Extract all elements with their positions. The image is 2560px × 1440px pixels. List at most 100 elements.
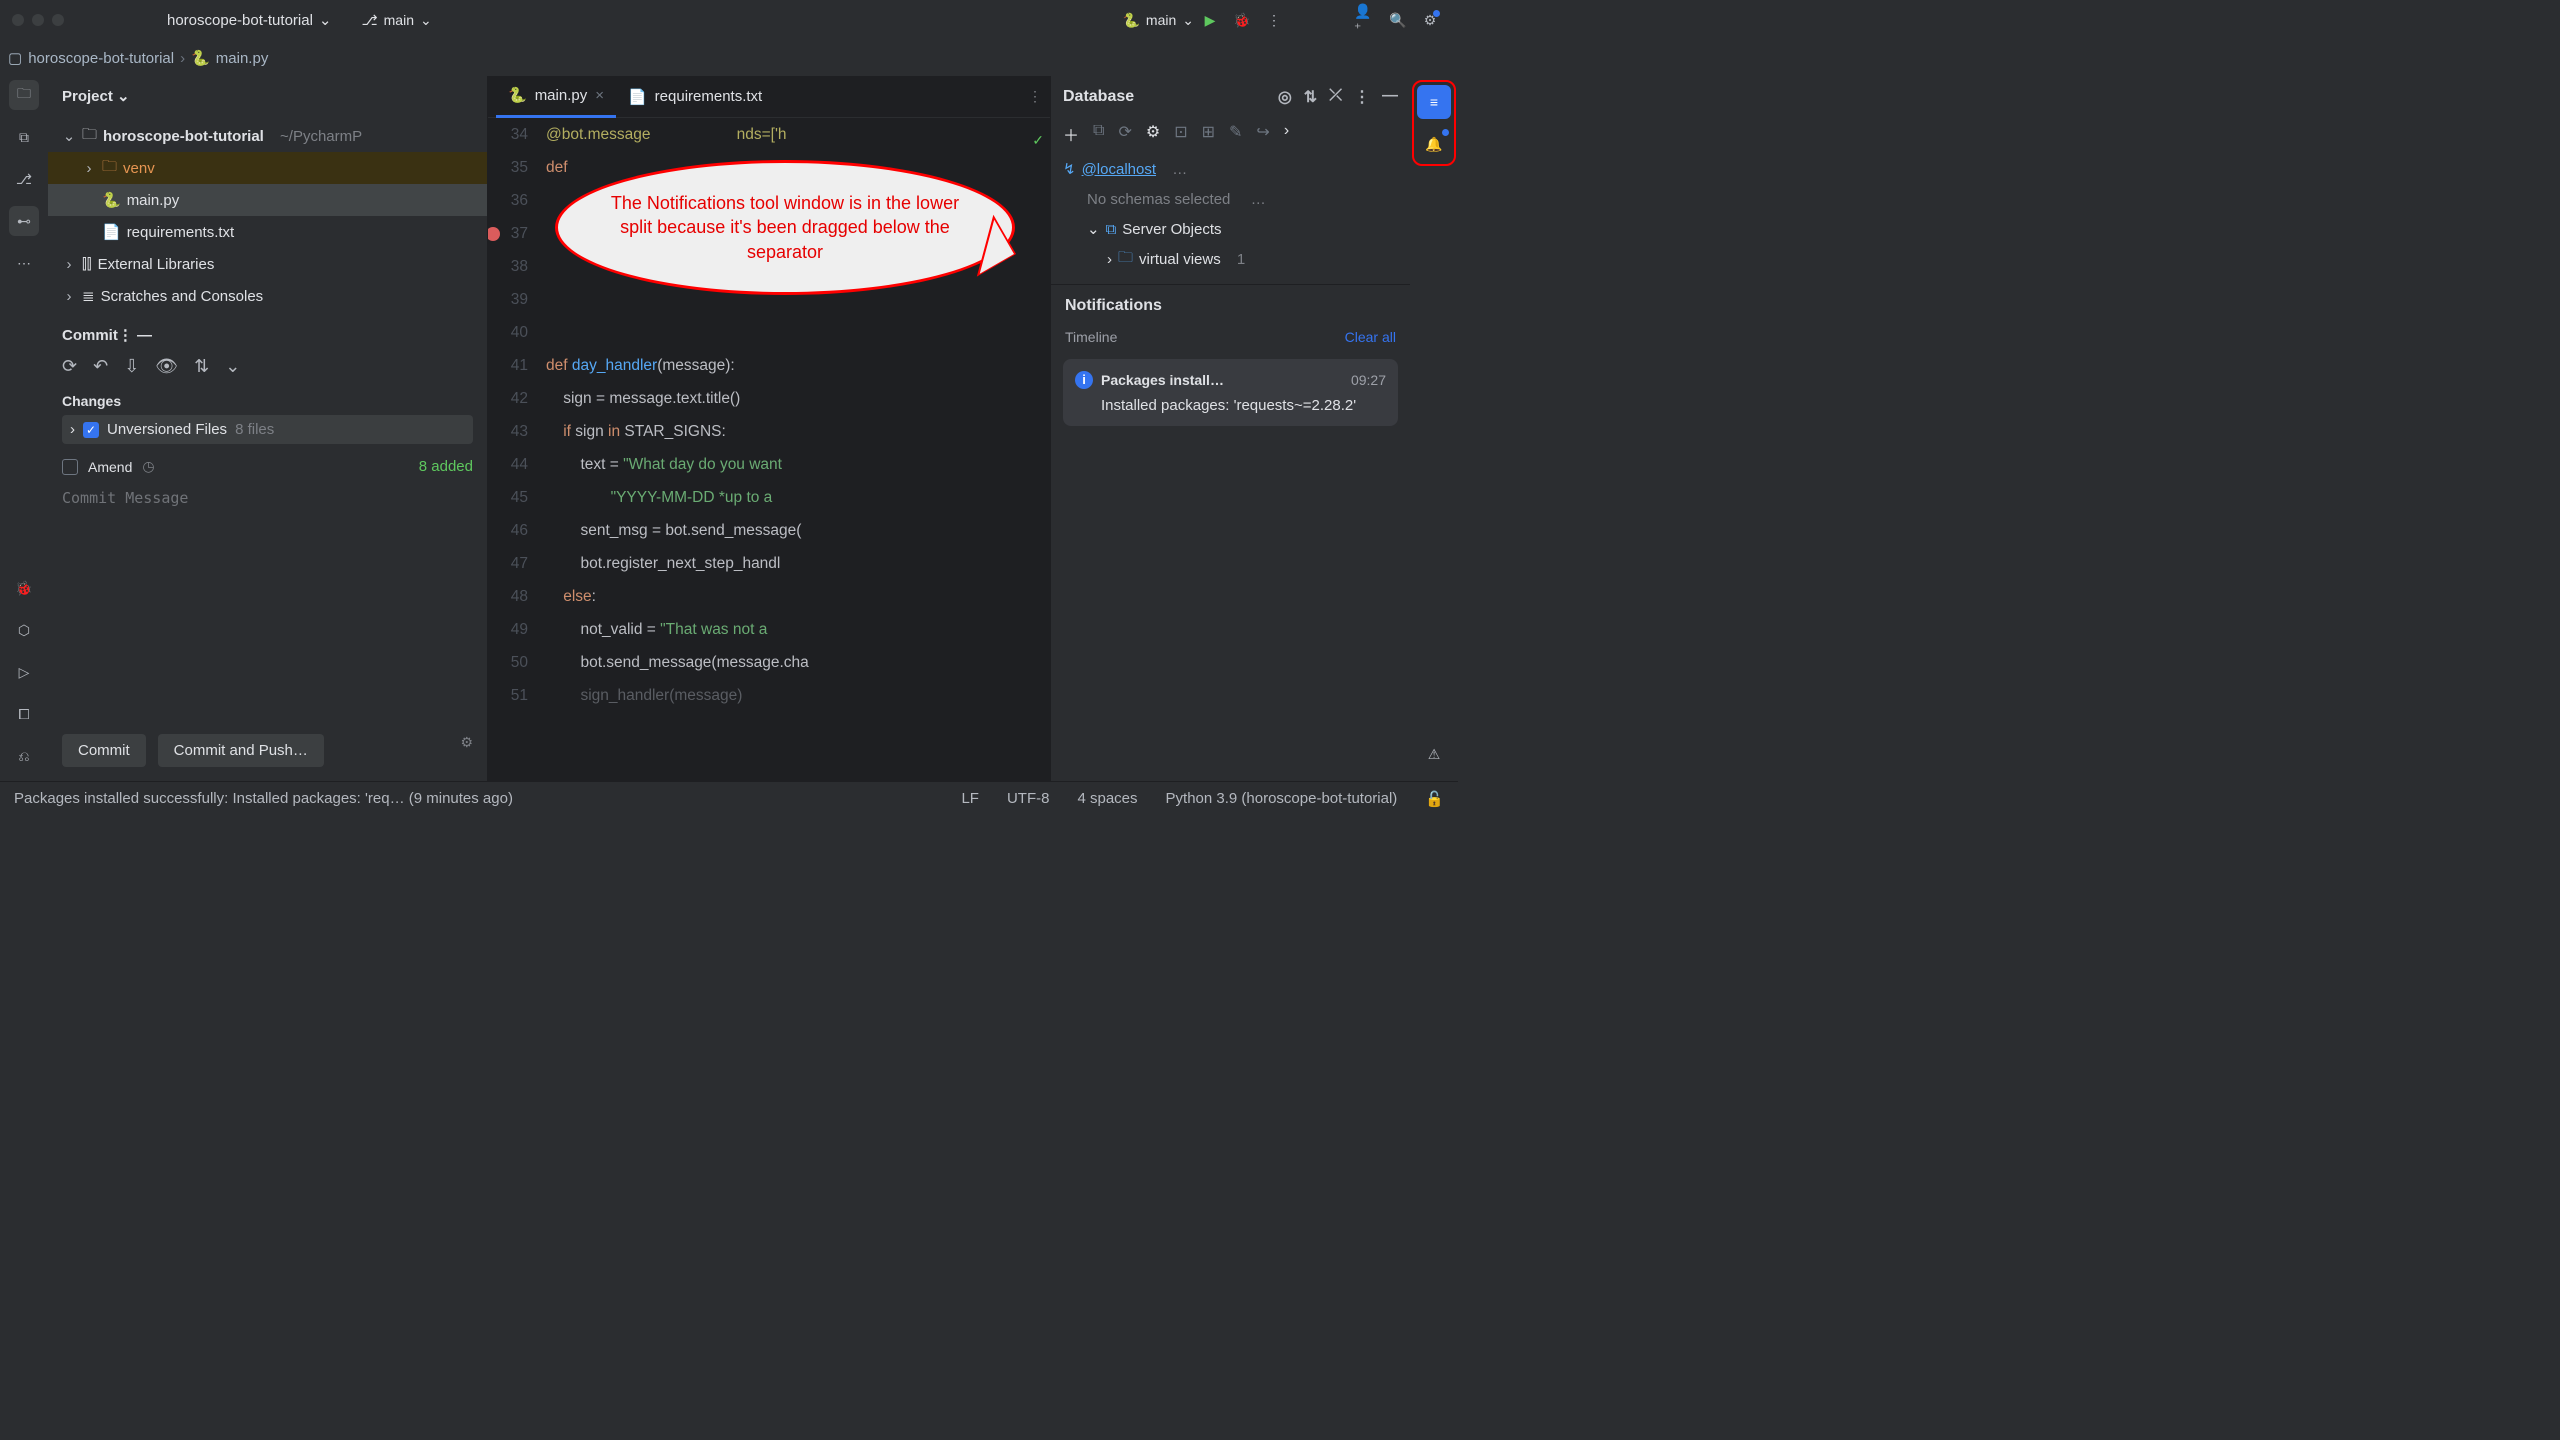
tree-item-extlib[interactable]: › ⫿⫿ External Libraries (48, 248, 487, 280)
db-source-row[interactable]: ↯ @localhost … (1063, 154, 1398, 184)
line-number[interactable]: 50 (488, 646, 528, 679)
line-number[interactable]: 35 (488, 151, 528, 184)
checkbox-checked[interactable]: ✓ (83, 422, 99, 438)
line-number[interactable]: 38 (488, 250, 528, 283)
show-diff-icon[interactable]: 👁 (155, 356, 178, 377)
line-number[interactable]: 40 (488, 316, 528, 349)
more-icon[interactable]: ⋮ (1354, 87, 1370, 107)
db-ellipsis[interactable]: … (1172, 161, 1187, 178)
traffic-light-close[interactable] (12, 14, 24, 26)
group-icon[interactable]: ⌄ (225, 356, 240, 377)
stop-icon[interactable]: ⊡ (1174, 122, 1187, 146)
line-number[interactable]: 41 (488, 349, 528, 382)
minimize-icon[interactable]: — (137, 327, 152, 344)
tree-item-venv[interactable]: › 🗀 venv (48, 152, 487, 184)
clear-all-button[interactable]: Clear all (1345, 329, 1396, 345)
close-tab-icon[interactable]: × (595, 87, 604, 104)
line-number[interactable]: 43 (488, 415, 528, 448)
status-interpreter[interactable]: Python 3.9 (horoscope-bot-tutorial) (1166, 790, 1398, 807)
terminal-tool-button[interactable]: ⧠ (9, 699, 39, 729)
db-virtual-views[interactable]: › 🗀 virtual views 1 (1063, 244, 1398, 274)
status-line-ending[interactable]: LF (961, 790, 979, 807)
commit-button[interactable]: Commit (62, 734, 146, 767)
db-host[interactable]: @localhost (1082, 161, 1156, 178)
breadcrumb-root[interactable]: horoscope-bot-tutorial (28, 50, 174, 67)
tree-item-requirements[interactable]: 📄 requirements.txt (48, 216, 487, 248)
vcs-tool-button[interactable]: ⎇ (9, 164, 39, 194)
line-number[interactable]: 46 (488, 514, 528, 547)
tab-requirements[interactable]: 📄 requirements.txt (616, 76, 774, 118)
tab-more-icon[interactable]: ⋮ (1028, 88, 1042, 105)
refresh-icon[interactable]: ⟳ (62, 356, 77, 377)
status-message[interactable]: Packages installed successfully: Install… (14, 790, 513, 807)
breadcrumb-file[interactable]: main.py (216, 50, 269, 67)
chevron-down-icon[interactable]: ⌄ (117, 87, 130, 105)
inspections-ok-icon[interactable]: ✓ (1032, 124, 1044, 157)
problems-tool-button[interactable]: ⚠ (1417, 737, 1451, 771)
more-icon[interactable]: ⋮ (118, 327, 133, 344)
duplicate-icon[interactable]: ⧉ (1093, 122, 1104, 146)
run-tool-button[interactable]: ▷ (9, 657, 39, 687)
tab-main[interactable]: 🐍 main.py × (496, 76, 616, 118)
line-number[interactable]: 45 (488, 481, 528, 514)
code-with-me-icon[interactable]: 👤⁺ (1354, 8, 1378, 32)
traffic-light-max[interactable] (52, 14, 64, 26)
status-encoding[interactable]: UTF-8 (1007, 790, 1050, 807)
more-tool-button[interactable]: ⋯ (9, 248, 39, 278)
lock-icon[interactable]: 🔓 (1425, 790, 1444, 808)
notification-card[interactable]: i Packages install… 09:27 Installed pack… (1063, 359, 1398, 426)
line-number[interactable]: 39 (488, 283, 528, 316)
amend-checkbox[interactable] (62, 459, 78, 475)
changes-row-unversioned[interactable]: › ✓ Unversioned Files 8 files (62, 415, 473, 444)
commit-settings-icon[interactable]: ⚙ (460, 734, 473, 767)
git-tool-button[interactable]: ⎌ (9, 741, 39, 771)
debug-tool-button[interactable]: 🐞 (9, 573, 39, 603)
line-number[interactable]: 48 (488, 580, 528, 613)
db-ellipsis[interactable]: … (1251, 191, 1266, 208)
branch-dropdown[interactable]: ⎇ main ⌄ (362, 12, 432, 29)
db-no-schemas[interactable]: No schemas selected … (1063, 184, 1398, 214)
jump-icon[interactable]: ↪ (1256, 122, 1269, 146)
project-dropdown[interactable]: horoscope-bot-tutorial ⌄ (167, 11, 332, 29)
database-tool-button[interactable]: ≡ (1417, 85, 1451, 119)
line-number[interactable]: 49 (488, 613, 528, 646)
table-icon[interactable]: ⊞ (1202, 122, 1215, 146)
line-number[interactable]: 42 (488, 382, 528, 415)
history-icon[interactable]: ◷ (142, 458, 154, 475)
chevron-right-icon[interactable]: › (1284, 122, 1289, 146)
search-icon[interactable]: 🔍 (1386, 8, 1410, 32)
shelve-icon[interactable]: ⇩ (124, 356, 139, 377)
refresh-icon[interactable]: ⟳ (1118, 122, 1131, 146)
services-tool-button[interactable]: ⬡ (9, 615, 39, 645)
tree-item-main[interactable]: 🐍 main.py (48, 184, 487, 216)
add-datasource-icon[interactable]: ＋ (1063, 122, 1079, 146)
edit-icon[interactable]: ✎ (1229, 122, 1242, 146)
debug-button[interactable]: 🐞 (1230, 8, 1254, 32)
line-number[interactable]: 47 (488, 547, 528, 580)
commit-tool-button[interactable]: ⊷ (9, 206, 39, 236)
commit-push-button[interactable]: Commit and Push… (158, 734, 324, 767)
notifications-tool-button[interactable]: 🔔 (1417, 127, 1451, 161)
settings-icon[interactable]: ⚙ (1418, 8, 1442, 32)
line-number[interactable]: 36 (488, 184, 528, 217)
target-icon[interactable]: ◎ (1278, 87, 1292, 107)
traffic-light-min[interactable] (32, 14, 44, 26)
line-number[interactable]: 37 (488, 217, 528, 250)
tree-item-scratches[interactable]: › ≣ Scratches and Consoles (48, 280, 487, 312)
line-number[interactable]: 34 (488, 118, 528, 151)
tree-root[interactable]: ⌄ 🗀 horoscope-bot-tutorial ~/PycharmP (48, 120, 487, 152)
collapse-icon[interactable]: ⤫ (1329, 87, 1342, 107)
more-icon[interactable]: ⋮ (1262, 8, 1286, 32)
project-tool-button[interactable]: 🗀 (9, 80, 39, 110)
line-number[interactable]: 44 (488, 448, 528, 481)
run-button[interactable]: ▶ (1198, 8, 1222, 32)
expand-icon[interactable]: ⇅ (1304, 87, 1317, 107)
db-server-objects[interactable]: ⌄ ⧉ Server Objects (1063, 214, 1398, 244)
commit-message-input[interactable]: Commit Message (48, 489, 487, 507)
status-indent[interactable]: 4 spaces (1077, 790, 1137, 807)
structure-tool-button[interactable]: ⧉ (9, 122, 39, 152)
line-number[interactable]: 51 (488, 679, 528, 712)
breakpoint-icon[interactable] (488, 227, 500, 241)
settings-icon[interactable]: ⚙ (1146, 122, 1160, 146)
minimize-icon[interactable]: — (1382, 87, 1398, 107)
